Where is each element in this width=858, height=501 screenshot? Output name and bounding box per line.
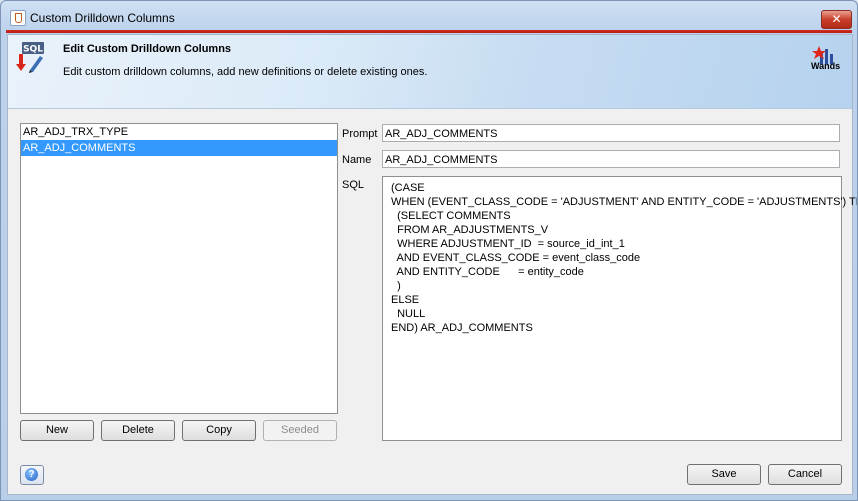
drilldown-column-list[interactable]: AR_ADJ_TRX_TYPE AR_ADJ_COMMENTS	[20, 123, 338, 414]
sql-line: NULL	[391, 308, 426, 320]
help-button[interactable]: ?	[20, 465, 44, 485]
sql-line: (SELECT COMMENTS	[391, 210, 511, 222]
sql-label: SQL	[342, 179, 365, 191]
prompt-input[interactable]: AR_ADJ_COMMENTS	[382, 124, 840, 142]
java-cup-icon	[10, 10, 26, 26]
sql-line: END) AR_ADJ_COMMENTS	[391, 322, 533, 334]
help-icon: ?	[25, 468, 38, 481]
banner-title: Edit Custom Drilldown Columns	[63, 43, 232, 55]
close-button[interactable]: ✕	[821, 10, 852, 29]
list-item[interactable]: AR_ADJ_TRX_TYPE	[21, 124, 337, 140]
sql-line: ELSE	[391, 294, 420, 306]
name-input[interactable]: AR_ADJ_COMMENTS	[382, 150, 840, 168]
list-item-selected[interactable]: AR_ADJ_COMMENTS	[21, 140, 337, 156]
delete-button[interactable]: Delete	[101, 420, 175, 441]
sql-icon-text: SQL	[23, 45, 43, 55]
seeded-button[interactable]: Seeded	[263, 420, 337, 441]
prompt-label: Prompt	[342, 128, 378, 140]
dialog-content: SQL Edit Custom Drilldown Columns Edit c…	[7, 34, 858, 495]
save-button[interactable]: Save	[687, 464, 761, 485]
header-banner: SQL Edit Custom Drilldown Columns Edit c…	[8, 35, 852, 109]
title-accent-line	[6, 30, 852, 33]
sql-line: (CASE	[391, 182, 425, 194]
window-title: Custom Drilldown Columns	[30, 11, 175, 25]
cancel-button[interactable]: Cancel	[768, 464, 842, 485]
wands-logo-label: Wands	[811, 61, 841, 71]
sql-line: )	[391, 280, 401, 292]
title-bar[interactable]: Custom Drilldown Columns ✕	[1, 1, 857, 31]
sql-line: WHEN (EVENT_CLASS_CODE = 'ADJUSTMENT' AN…	[391, 196, 858, 208]
sql-line: WHERE ADJUSTMENT_ID = source_id_int_1	[391, 238, 625, 250]
sql-line: FROM AR_ADJUSTMENTS_V	[391, 224, 549, 236]
dialog-window: Custom Drilldown Columns ✕ SQL Edit Cust…	[0, 0, 858, 501]
copy-button[interactable]: Copy	[182, 420, 256, 441]
sql-line: AND EVENT_CLASS_CODE = event_class_code	[391, 252, 641, 264]
sql-edit-icon: SQL	[16, 42, 44, 73]
sql-textarea[interactable]: (CASE WHEN (EVENT_CLASS_CODE = 'ADJUSTME…	[382, 176, 858, 441]
sql-line: AND ENTITY_CODE = entity_code	[391, 266, 584, 278]
banner-description: Edit custom drilldown columns, add new d…	[63, 66, 428, 78]
new-button[interactable]: New	[20, 420, 94, 441]
name-label: Name	[342, 154, 372, 166]
